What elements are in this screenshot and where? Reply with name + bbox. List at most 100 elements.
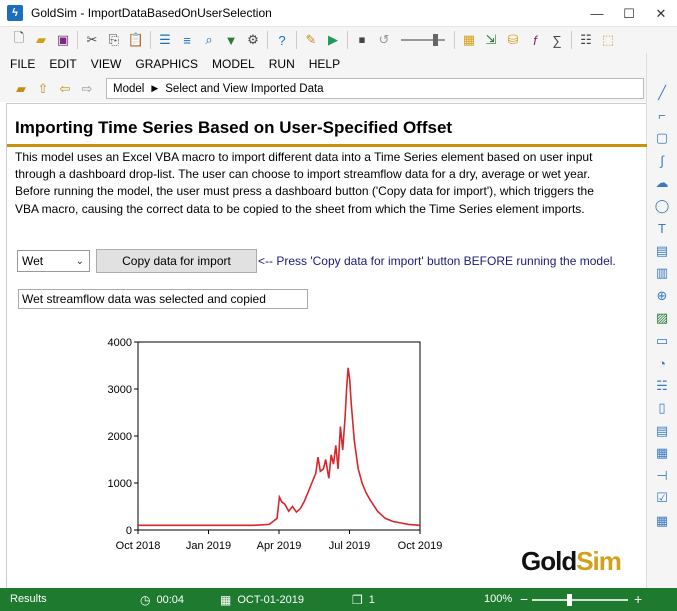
toolbar-separator xyxy=(571,31,572,49)
freeform-tool-icon[interactable]: ☁ xyxy=(652,173,672,193)
ellipse-tool-icon[interactable]: ◯ xyxy=(652,196,672,216)
table-control-icon[interactable]: ▦ xyxy=(652,443,672,463)
menu-graphics[interactable]: GRAPHICS xyxy=(135,57,198,71)
window-title: GoldSim - ImportDataBasedOnUserSelection xyxy=(31,6,272,20)
zoom-slider-thumb[interactable] xyxy=(567,594,572,606)
zoom-slider[interactable] xyxy=(532,594,628,606)
window-controls: — ☐ ✕ xyxy=(581,0,677,27)
forward-icon[interactable]: ⇨ xyxy=(76,79,98,99)
edit-mode-icon[interactable]: ✎ xyxy=(300,29,322,51)
data-type-dropdown[interactable]: Wet ⌄ xyxy=(17,250,90,272)
element-grid-icon[interactable]: ▦ xyxy=(458,29,480,51)
save-icon[interactable]: ▣ xyxy=(52,29,74,51)
menu-help[interactable]: HELP xyxy=(309,57,340,71)
toolbar-separator xyxy=(296,31,297,49)
heading-divider xyxy=(7,144,647,147)
navigation-bar: ▰ ⇧ ⇦ ⇨ Model ▶ Select and View Imported… xyxy=(0,75,646,102)
zoom-out-button[interactable]: − xyxy=(520,591,528,607)
x-tick-label: Oct 2019 xyxy=(398,540,443,552)
find-icon[interactable]: ⌕ xyxy=(198,29,220,51)
properties-list-icon[interactable]: ☷ xyxy=(575,29,597,51)
settings-icon[interactable]: ⚙ xyxy=(242,29,264,51)
toolbar-separator xyxy=(454,31,455,49)
filter-icon[interactable]: ▼ xyxy=(220,29,242,51)
reset-icon[interactable]: ↺ xyxy=(373,29,395,51)
element-palette: ╱ ⌐ ▢ ∫ ☁ ◯ T ▤ ▥ ⊕ ▨ ▭ ◔ ☵ ▯ ▤ ▦ ⊣ ☑ ▦ xyxy=(646,53,677,588)
calendar-icon: ▦ xyxy=(220,593,232,607)
curve-tool-icon[interactable]: ∫ xyxy=(652,151,672,171)
button-control-icon[interactable]: ▭ xyxy=(652,331,672,351)
list-control-icon[interactable]: ☵ xyxy=(652,376,672,396)
stop-icon[interactable]: ⏹ xyxy=(351,29,373,51)
copy-icon[interactable]: ⎘ xyxy=(103,29,125,51)
timer-icon[interactable]: ◔ xyxy=(652,353,672,373)
status-mode: Results xyxy=(10,593,47,605)
checkbox-control-icon[interactable]: ☑ xyxy=(652,488,672,508)
menu-bar: FILE EDIT VIEW GRAPHICS MODEL RUN HELP xyxy=(0,53,646,75)
line-tool-icon[interactable]: ╱ xyxy=(652,83,672,103)
toolbar-separator xyxy=(267,31,268,49)
breadcrumb: Model ▶ Select and View Imported Data xyxy=(106,78,644,99)
copy-data-button[interactable]: Copy data for import xyxy=(96,249,257,273)
file-name: ImportDataBasedOnUserSelection xyxy=(87,6,272,20)
input-control-icon[interactable]: ▯ xyxy=(652,398,672,418)
dashboard-heading: Importing Time Series Based on User-Spec… xyxy=(15,118,453,137)
menu-model[interactable]: MODEL xyxy=(212,57,255,71)
menu-view[interactable]: VIEW xyxy=(91,57,122,71)
image-icon[interactable]: ▨ xyxy=(652,308,672,328)
y-tick-label: 0 xyxy=(126,525,132,537)
logo-text-gold: Gold xyxy=(521,546,577,576)
go-to-container-icon[interactable]: ▰ xyxy=(10,79,32,99)
cut-icon[interactable]: ✂ xyxy=(81,29,103,51)
close-button[interactable]: ✕ xyxy=(645,0,677,27)
text-box-icon[interactable]: ▤ xyxy=(652,241,672,261)
text-tool-icon[interactable]: T xyxy=(652,218,672,238)
run-icon[interactable]: ▶ xyxy=(322,29,344,51)
summation-icon[interactable]: ∑ xyxy=(546,29,568,51)
menu-run[interactable]: RUN xyxy=(269,57,295,71)
dashboard-canvas: Importing Time Series Based on User-Spec… xyxy=(6,103,647,588)
browser-icon[interactable]: ☰ xyxy=(154,29,176,51)
menu-edit[interactable]: EDIT xyxy=(49,57,76,71)
polyline-tool-icon[interactable]: ⌐ xyxy=(652,106,672,126)
menu-file[interactable]: FILE xyxy=(10,57,35,71)
up-level-icon[interactable]: ⇧ xyxy=(32,79,54,99)
paste-icon[interactable]: 📋 xyxy=(125,29,147,51)
elapsed-text: 00:04 xyxy=(156,594,185,606)
note-icon[interactable]: ▥ xyxy=(652,263,672,283)
date-control-icon[interactable]: ▦ xyxy=(652,511,672,531)
toolbar-separator xyxy=(150,31,151,49)
title-bar: ϟ GoldSim - ImportDataBasedOnUserSelecti… xyxy=(0,0,677,27)
speed-slider[interactable] xyxy=(401,34,445,46)
list-icon[interactable]: ≡ xyxy=(176,29,198,51)
realization-text: 1 xyxy=(368,594,375,606)
maximize-button[interactable]: ☐ xyxy=(613,0,645,27)
minimize-button[interactable]: — xyxy=(581,0,613,27)
database-icon[interactable]: ⛁ xyxy=(502,29,524,51)
zoom-in-button[interactable]: + xyxy=(634,591,642,607)
hyperlink-icon[interactable]: ⊕ xyxy=(652,286,672,306)
mode-text: Results xyxy=(10,593,47,605)
container-icon[interactable]: ⬚ xyxy=(597,29,619,51)
rectangle-tool-icon[interactable]: ▢ xyxy=(652,128,672,148)
open-folder-icon[interactable]: ▰ xyxy=(30,29,52,51)
title-separator: - xyxy=(80,6,85,20)
selection-status-field: Wet streamflow data was selected and cop… xyxy=(18,289,308,309)
slider-control-icon[interactable]: ⊣ xyxy=(652,466,672,486)
dashboard-description: This model uses an Excel VBA macro to im… xyxy=(15,150,594,216)
status-date: ▦ OCT-01-2019 xyxy=(220,593,304,607)
result-display-icon[interactable]: ▤ xyxy=(652,421,672,441)
back-icon[interactable]: ⇦ xyxy=(54,79,76,99)
help-icon[interactable]: ? xyxy=(271,29,293,51)
breadcrumb-root[interactable]: Model xyxy=(113,83,144,95)
x-tick-label: Oct 2018 xyxy=(116,540,161,552)
app-name: GoldSim xyxy=(31,6,78,20)
status-zoom: 100% xyxy=(484,593,512,605)
function-icon[interactable]: f xyxy=(524,29,546,51)
realization-icon: ❐ xyxy=(352,593,363,607)
import-icon[interactable]: ⇲ xyxy=(480,29,502,51)
breadcrumb-arrow-icon[interactable]: ▶ xyxy=(151,83,158,94)
chart-layer: 0 1000 2000 3000 4000 Oct 2018 Jan 2019 Apr 201… xyxy=(108,337,443,552)
breadcrumb-current: Select and View Imported Data xyxy=(165,82,324,95)
new-file-icon[interactable]: 🗋 xyxy=(8,29,30,51)
